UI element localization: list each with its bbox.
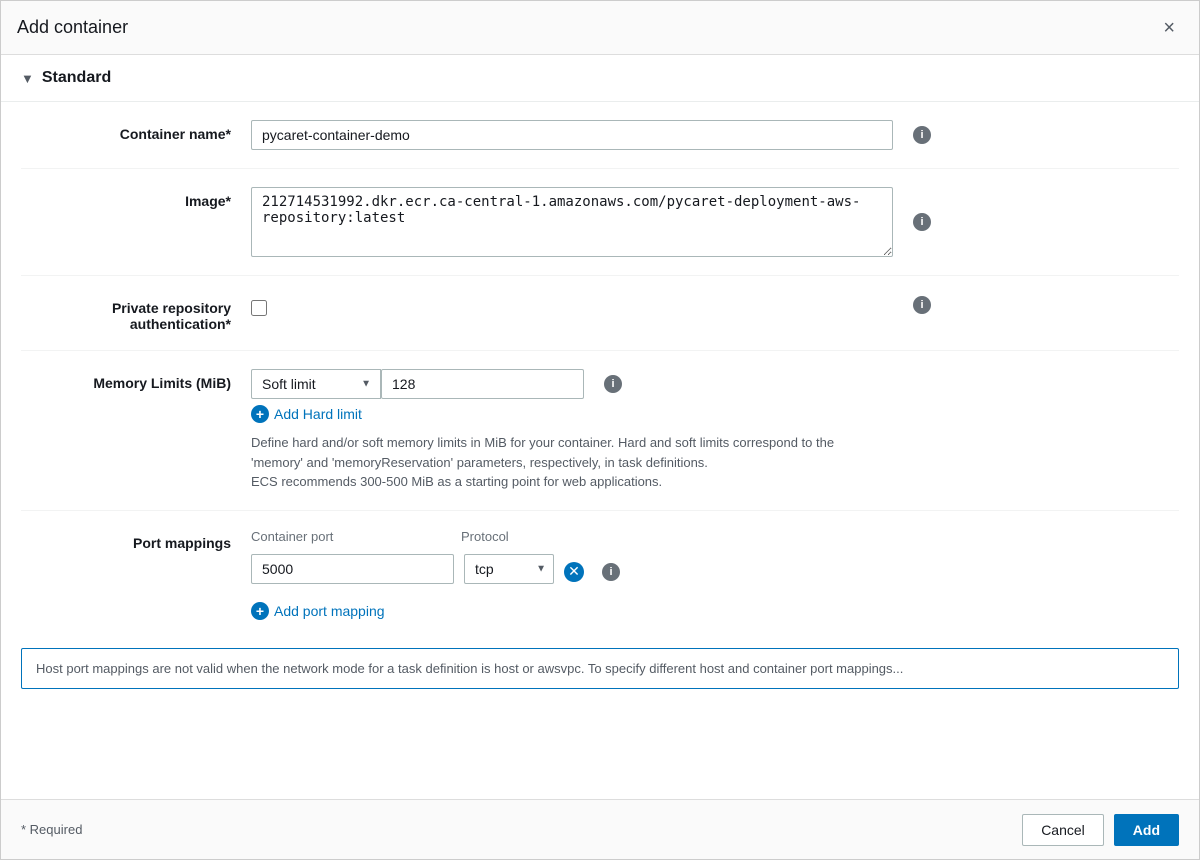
- required-note: * Required: [21, 822, 82, 837]
- port-mapping-row: tcp udp ▼: [251, 554, 554, 584]
- memory-limits-row: Memory Limits (MiB) Soft limit Hard limi…: [21, 351, 1179, 511]
- protocol-col-label: Protocol: [461, 529, 561, 544]
- port-mappings-field: Container port Protocol tcp udp: [251, 529, 931, 620]
- modal-footer: * Required Cancel Add: [1, 799, 1199, 859]
- section-header: ▼ Standard: [1, 55, 1199, 102]
- image-info-icon[interactable]: i: [913, 213, 931, 231]
- container-name-input[interactable]: [251, 120, 893, 150]
- cancel-button[interactable]: Cancel: [1022, 814, 1104, 846]
- port-mappings-info-icon[interactable]: i: [602, 563, 620, 581]
- container-port-input[interactable]: [251, 554, 454, 584]
- add-hard-limit-link[interactable]: + Add Hard limit: [251, 405, 362, 423]
- memory-info-icon[interactable]: i: [604, 375, 622, 393]
- section-title: Standard: [42, 69, 111, 87]
- image-label: Image*: [21, 187, 251, 209]
- memory-limits-label: Memory Limits (MiB): [21, 369, 251, 391]
- container-name-field: i: [251, 120, 931, 150]
- port-mappings-label: Port mappings: [21, 529, 251, 551]
- modal-title: Add container: [17, 17, 128, 38]
- soft-limit-select[interactable]: Soft limit Hard limit: [251, 369, 381, 399]
- private-repo-checkbox[interactable]: [251, 300, 267, 316]
- port-mappings-row: Port mappings Container port Protocol: [21, 511, 1179, 638]
- image-field: 212714531992.dkr.ecr.ca-central-1.amazon…: [251, 187, 931, 257]
- protocol-select-wrapper: tcp udp ▼: [464, 554, 554, 584]
- memory-limits-field: Soft limit Hard limit ▼ i: [251, 369, 931, 492]
- add-hard-limit-icon: +: [251, 405, 269, 423]
- memory-value-input[interactable]: [381, 369, 584, 399]
- private-repo-field: i: [251, 294, 931, 316]
- form-body: Container name* i Image*: [1, 102, 1199, 638]
- add-port-mapping-link[interactable]: + Add port mapping: [251, 602, 931, 620]
- container-name-label: Container name*: [21, 120, 251, 142]
- modal-body: ▼ Standard Container name* i: [1, 55, 1199, 799]
- container-name-info-icon[interactable]: i: [913, 126, 931, 144]
- image-input[interactable]: 212714531992.dkr.ecr.ca-central-1.amazon…: [251, 187, 893, 257]
- add-port-mapping-icon: +: [251, 602, 269, 620]
- private-repo-label: Private repository authentication*: [21, 294, 251, 332]
- footer-actions: Cancel Add: [1022, 814, 1179, 846]
- container-port-col-label: Container port: [251, 529, 451, 544]
- remove-port-mapping-button[interactable]: ✕: [564, 562, 584, 582]
- soft-limit-select-wrapper: Soft limit Hard limit ▼: [251, 369, 381, 399]
- modal-header: Add container ×: [1, 1, 1199, 55]
- close-button[interactable]: ×: [1155, 14, 1183, 42]
- add-button[interactable]: Add: [1114, 814, 1179, 846]
- section-toggle[interactable]: ▼: [21, 71, 34, 86]
- private-repo-row: Private repository authentication* i: [21, 276, 1179, 351]
- info-box: Host port mappings are not valid when th…: [21, 648, 1179, 690]
- image-row: Image* 212714531992.dkr.ecr.ca-central-1…: [21, 169, 1179, 276]
- protocol-select[interactable]: tcp udp: [464, 554, 554, 584]
- private-repo-info-icon[interactable]: i: [913, 296, 931, 314]
- container-name-row: Container name* i: [21, 102, 1179, 169]
- memory-helper-text: Define hard and/or soft memory limits in…: [251, 433, 851, 492]
